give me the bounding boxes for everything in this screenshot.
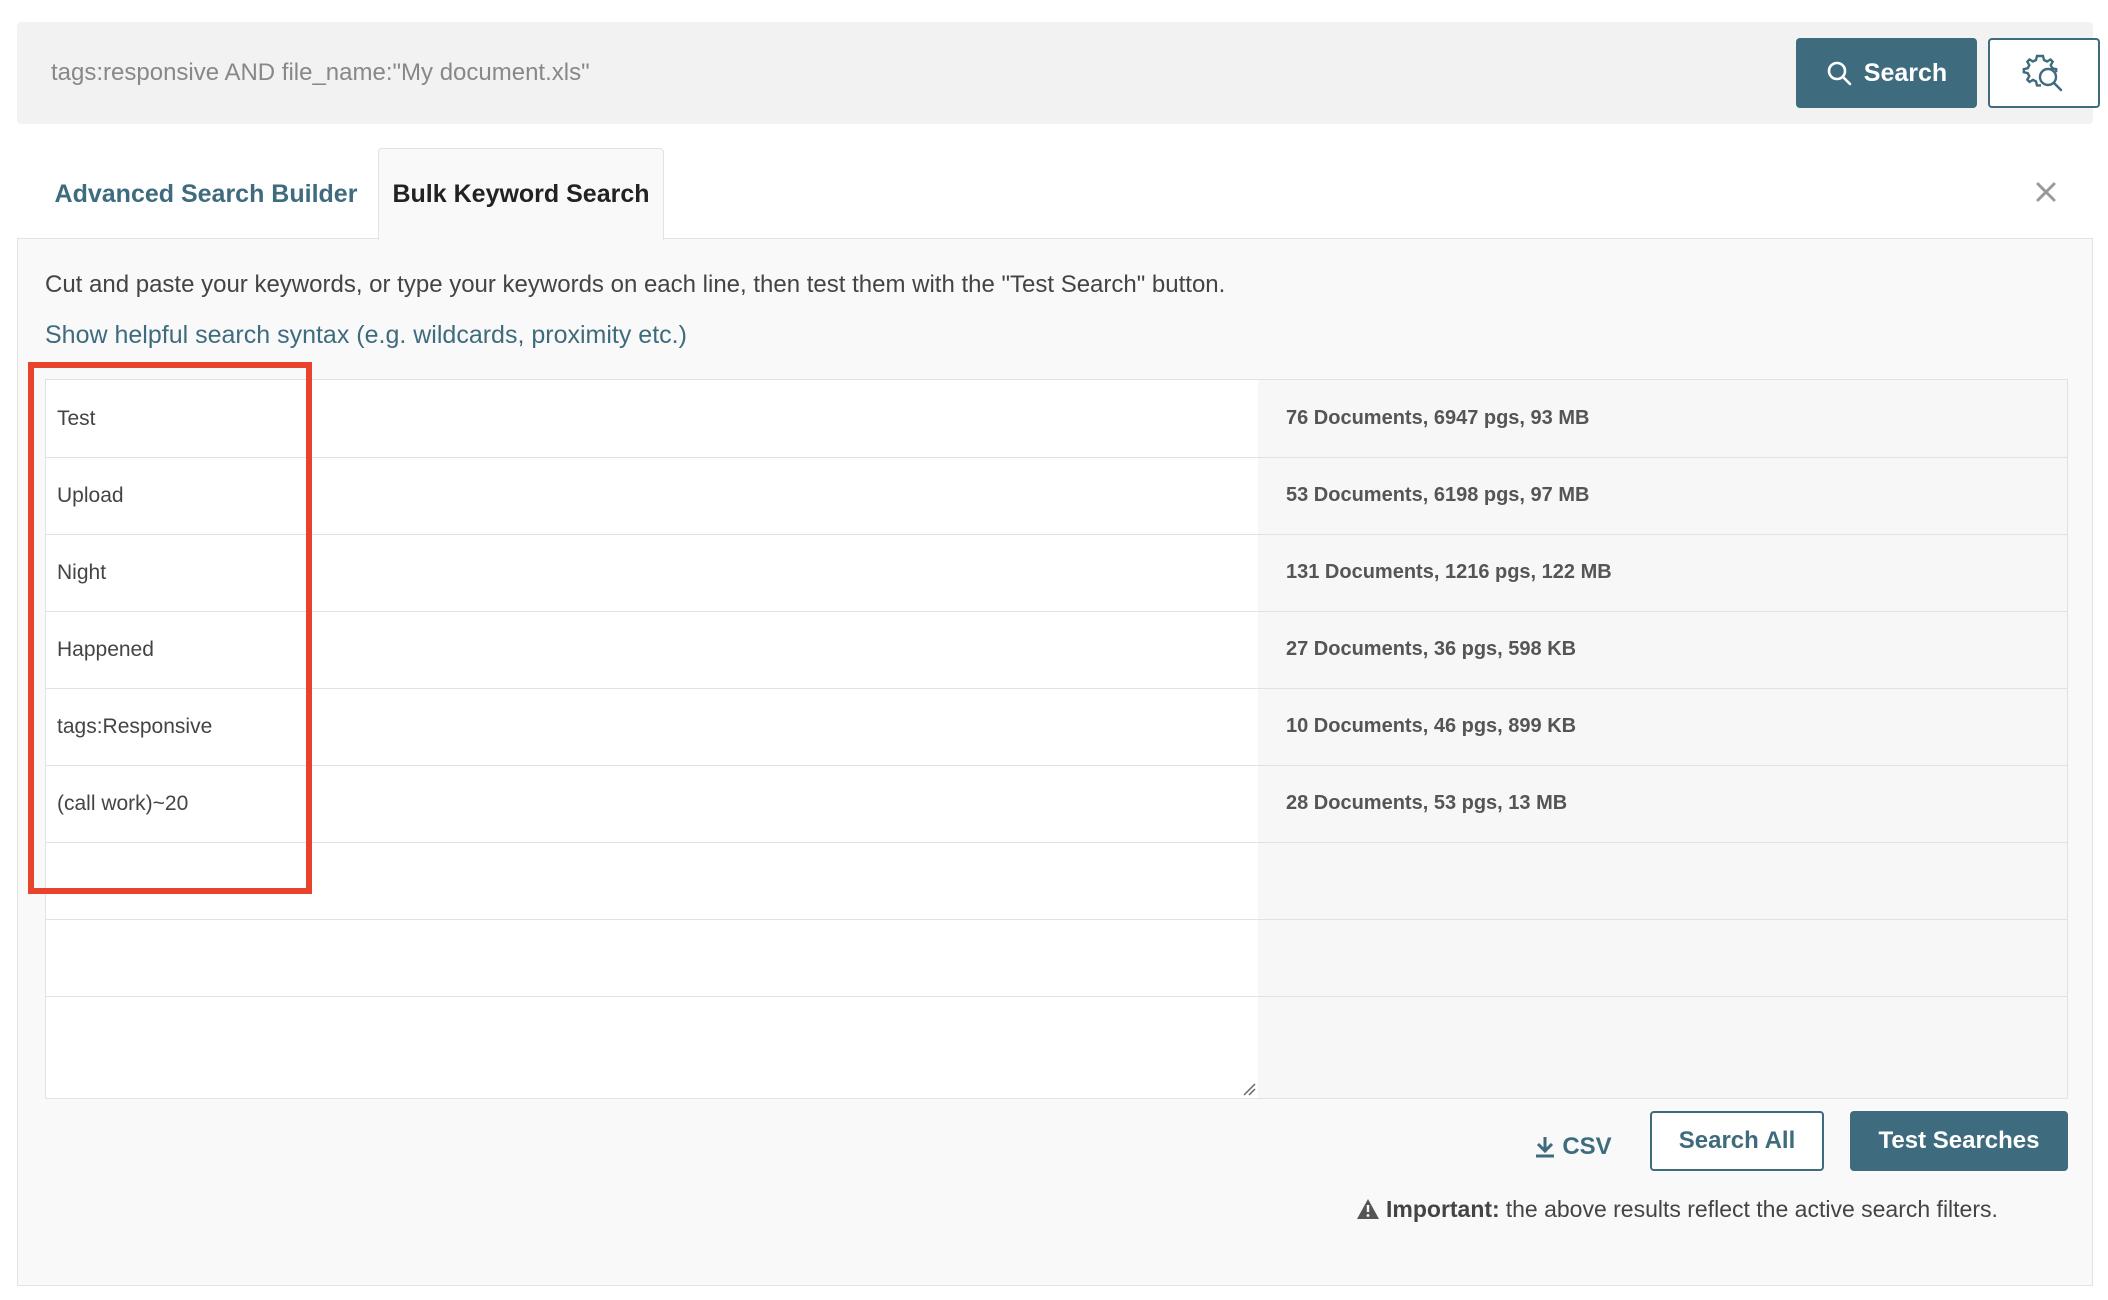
row-divider [46, 611, 2067, 612]
keyword-line[interactable]: tags:Responsive [57, 688, 212, 765]
keyword-result: 131 Documents, 1216 pgs, 122 MB [1286, 561, 1612, 583]
row-divider [46, 534, 2067, 535]
tab-bulk-keyword-search[interactable]: Bulk Keyword Search [378, 148, 664, 240]
keyword-result: 53 Documents, 6198 pgs, 97 MB [1286, 484, 1590, 506]
resize-handle-icon[interactable] [1242, 1082, 1256, 1096]
row-divider [46, 919, 2067, 920]
show-syntax-link[interactable]: Show helpful search syntax (e.g. wildcar… [45, 321, 687, 350]
search-icon [1827, 61, 1852, 86]
search-button[interactable]: Search [1796, 38, 1977, 108]
search-all-button[interactable]: Search All [1650, 1111, 1824, 1171]
instructions-text: Cut and paste your keywords, or type you… [45, 271, 1226, 298]
important-text: the above results reflect the active sea… [1505, 1195, 1998, 1222]
search-button-label: Search [1863, 58, 1948, 87]
warning-icon [1357, 1199, 1379, 1219]
test-searches-button[interactable]: Test Searches [1850, 1111, 2068, 1171]
close-icon[interactable] [2026, 172, 2066, 212]
row-divider [46, 765, 2067, 766]
gear-search-icon [2022, 54, 2063, 92]
tab-advanced-search-builder[interactable]: Advanced Search Builder [51, 148, 361, 240]
row-divider [46, 996, 2067, 997]
keyword-line[interactable]: (call work)~20 [57, 765, 188, 842]
search-settings-button[interactable] [1988, 38, 2100, 108]
keyword-line[interactable]: Happened [57, 611, 154, 688]
search-bar: Search [17, 22, 2100, 124]
important-label: Important: [1386, 1195, 1500, 1222]
important-notice: Important: the above results reflect the… [1356, 1191, 2056, 1227]
keyword-result: 76 Documents, 6947 pgs, 93 MB [1286, 407, 1590, 429]
keyword-line[interactable]: Test [57, 380, 96, 457]
keyword-line[interactable]: Upload [57, 457, 124, 534]
keyword-textarea[interactable] [46, 380, 1258, 1098]
keyword-result: 28 Documents, 53 pgs, 13 MB [1286, 792, 1568, 814]
keyword-line[interactable]: Night [57, 534, 106, 611]
bulk-keyword-panel: Cut and paste your keywords, or type you… [17, 238, 2093, 1286]
search-input[interactable] [51, 50, 1751, 96]
search-tabs: Advanced Search Builder Bulk Keyword Sea… [17, 148, 2093, 240]
csv-label: CSV [1562, 1133, 1612, 1160]
keyword-result: 27 Documents, 36 pgs, 598 KB [1286, 638, 1577, 660]
row-divider [46, 842, 2067, 843]
csv-download-button[interactable]: CSV [1518, 1119, 1628, 1175]
keyword-result: 10 Documents, 46 pgs, 899 KB [1286, 715, 1577, 737]
row-divider [46, 457, 2067, 458]
download-icon [1536, 1137, 1555, 1158]
row-divider [46, 688, 2067, 689]
keyword-grid: Test 76 Documents, 6947 pgs, 93 MB Upload 5… [45, 379, 2068, 1099]
